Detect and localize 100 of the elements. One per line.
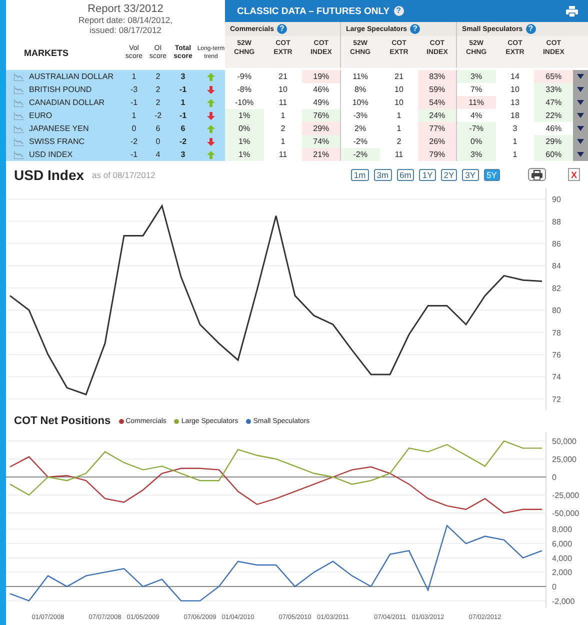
report-date: Report date: 08/14/2012, — [78, 15, 173, 25]
chart-icon — [14, 124, 24, 132]
axis-tick-label: 86 — [552, 240, 561, 248]
caret-icon — [577, 139, 584, 144]
table-cell: 79% — [418, 148, 457, 161]
help-button[interactable]: ? — [526, 24, 536, 34]
section-title: CLASSIC DATA – FUTURES ONLY — [237, 6, 390, 16]
table-cell: 13 — [496, 96, 534, 109]
range-button[interactable]: 1Y — [419, 168, 436, 180]
market-name: USD INDEX — [29, 150, 73, 159]
table-cell: 11 — [264, 148, 302, 161]
market-cell[interactable]: EURO — [6, 109, 121, 122]
as-of-date: as of 08/17/2012 — [92, 170, 156, 180]
caret-icon — [577, 87, 584, 92]
range-button[interactable]: 3Y — [462, 168, 479, 180]
table-cell: -2 — [147, 109, 169, 122]
table-cell: 65% — [534, 70, 573, 83]
column-header: MARKETS — [23, 48, 70, 58]
table-cell: 24% — [418, 109, 457, 122]
range-button[interactable]: 6m — [396, 168, 414, 180]
table-cell: 3% — [457, 70, 496, 83]
table-cell: 1 — [169, 96, 197, 109]
market-cell[interactable]: SWISS FRANC — [6, 135, 121, 148]
table-cell: 1% — [225, 135, 264, 148]
table-cell: -3 — [121, 83, 147, 96]
help-button[interactable]: ? — [410, 24, 420, 34]
chart-title: COT Net Positions — [14, 415, 111, 427]
table-cell: 11 — [380, 148, 418, 161]
table-cell: 1 — [264, 135, 302, 148]
axis-tick-label: 4,000 — [552, 554, 572, 563]
table-cell: 0 — [147, 135, 169, 148]
market-cell[interactable]: CANADIAN DOLLAR — [6, 96, 121, 109]
table-cell: 6 — [147, 122, 169, 135]
table-cell: -1 — [169, 109, 197, 122]
market-cell[interactable]: USD INDEX — [6, 148, 121, 161]
table-cell: 54% — [418, 96, 457, 109]
table-cell: 1 — [264, 109, 302, 122]
print-icon[interactable] — [566, 6, 578, 16]
range-button[interactable]: 2Y — [440, 168, 458, 180]
axis-tick-label: 76 — [552, 350, 561, 360]
chart-icon — [14, 138, 24, 146]
print-button[interactable] — [528, 168, 546, 181]
axis-tick-label: 0 — [552, 473, 556, 482]
axis-tick-label: -25,000 — [552, 491, 580, 500]
axis-tick-label: 8,000 — [552, 525, 572, 534]
help-button[interactable]: ? — [394, 6, 404, 16]
table-cell: 22% — [534, 109, 573, 122]
table-cell: 19% — [302, 70, 341, 83]
report-title: Report 33/2012 — [88, 3, 164, 15]
table-cell: 11% — [457, 96, 496, 109]
market-cell[interactable]: BRITISH POUND — [6, 83, 121, 96]
table-cell: 4 — [147, 148, 169, 161]
table-cell: 60% — [534, 148, 573, 161]
caret-icon — [577, 100, 584, 105]
table-cell: 47% — [534, 96, 573, 109]
axis-tick-label: 84 — [552, 262, 561, 271]
table-cell: 2 — [147, 83, 169, 96]
range-button[interactable]: 3m — [374, 168, 392, 180]
table-cell: 59% — [418, 83, 457, 96]
table-cell: 1 — [121, 70, 147, 83]
market-name: AUSTRALIAN DOLLAR — [29, 72, 114, 81]
axis-tick-label: 2,000 — [552, 568, 572, 578]
table-cell: 1% — [225, 109, 264, 122]
table-cell: 0% — [225, 122, 264, 135]
chart-icon — [14, 150, 24, 158]
dropdown-button[interactable] — [573, 148, 588, 161]
table-cell: 29% — [534, 135, 573, 148]
caret-icon — [577, 126, 584, 131]
table-cell: -1 — [121, 96, 147, 109]
caret-icon — [577, 113, 584, 118]
market-cell[interactable]: JAPANESE YEN — [6, 122, 121, 135]
market-name: BRITISH POUND — [29, 85, 92, 94]
dropdown-button[interactable] — [573, 70, 588, 83]
market-name: EURO — [29, 111, 52, 120]
table-cell: 0% — [457, 135, 496, 148]
market-name: JAPANESE YEN — [29, 124, 89, 133]
table-cell: 74% — [302, 135, 341, 148]
table-cell: 14 — [496, 70, 534, 83]
close-button[interactable]: X — [568, 168, 580, 181]
table-cell: 6 — [169, 122, 197, 135]
help-button[interactable]: ? — [276, 24, 287, 34]
axis-tick-label: 6,000 — [552, 540, 572, 548]
table-cell: 1 — [496, 148, 534, 161]
table-cell: 0 — [121, 122, 147, 135]
market-cell[interactable]: AUSTRALIAN DOLLAR — [6, 70, 121, 83]
table-cell: 1 — [496, 135, 534, 148]
chart-icon — [14, 112, 24, 120]
table-cell: 77% — [418, 122, 457, 135]
table-cell: 33% — [534, 83, 573, 96]
axis-tick-label: 80 — [552, 306, 561, 316]
table-cell: 21% — [302, 148, 341, 161]
axis-tick-label: -2,000 — [552, 596, 575, 606]
report-issued: issued: 08/17/2012 — [90, 25, 162, 35]
table-cell: -1 — [169, 83, 197, 96]
table-cell: -2 — [169, 135, 197, 148]
table-cell: 26% — [418, 135, 457, 148]
table-cell: 2 — [147, 70, 169, 83]
axis-tick-label: 90 — [552, 195, 561, 204]
chart-icon — [14, 72, 24, 80]
range-button[interactable]: 1m — [350, 168, 369, 180]
